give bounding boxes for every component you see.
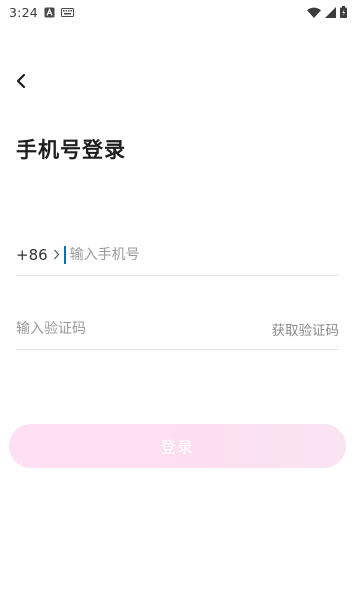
wifi-icon <box>307 7 321 18</box>
status-bar-left: 3:24 <box>9 5 74 20</box>
status-bar: 3:24 <box>0 0 355 24</box>
signal-icon <box>325 6 336 18</box>
page-title: 手机号登录 <box>16 138 126 162</box>
keyboard-icon <box>60 7 74 17</box>
country-code-label: +86 <box>16 245 48 264</box>
country-code-selector[interactable]: +86 <box>16 246 60 264</box>
status-bar-right <box>307 6 347 18</box>
phone-input[interactable] <box>69 246 339 263</box>
code-field-row: 获取验证码 <box>16 308 339 350</box>
status-time: 3:24 <box>9 4 38 20</box>
back-button[interactable] <box>8 70 34 96</box>
login-screen: 3:24 手机号登录 +86 输入手机号 输入验证码 获取验证码 登录 <box>0 0 355 595</box>
text-a-icon <box>44 7 55 18</box>
battery-icon <box>340 6 347 18</box>
get-code-button[interactable]: 获取验证码 <box>272 319 340 339</box>
phone-field-row: +86 <box>16 234 339 276</box>
chevron-right-icon <box>53 249 60 260</box>
login-button[interactable]: 登录 <box>9 424 346 468</box>
chevron-left-icon <box>15 73 27 93</box>
text-caret <box>63 245 66 264</box>
verification-code-input[interactable] <box>16 320 216 337</box>
